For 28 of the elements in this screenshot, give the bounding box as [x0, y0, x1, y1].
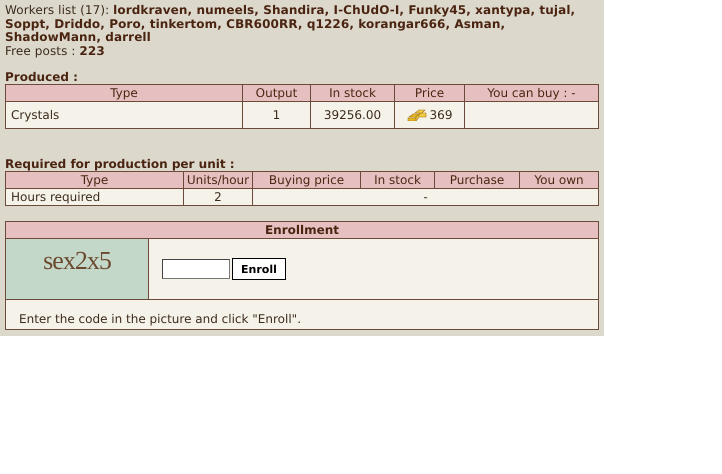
free-posts: Free posts : 223: [5, 44, 106, 58]
column-header: Type: [6, 84, 242, 102]
column-header: Price: [394, 84, 464, 102]
instruction-text: Enter the code in the picture and click "Enroll".: [6, 300, 598, 330]
table-cell: -: [252, 188, 598, 206]
workers-list: Workers list (17): lordkraven, numeels, Shandira, I-ChUdO-I, Funky45, xantypa, tujal, Soppt, Driddo, Poro, tinkertom, CBR600RR, q1226, korangar666, Asman, ShadowMann, darrell: [5, 4, 599, 44]
table-cell: 2: [184, 188, 252, 206]
column-header: Buying price: [252, 172, 360, 188]
captcha-text: sex2x5: [43, 246, 111, 276]
section-heading: Required for production per unit :: [5, 158, 236, 171]
column-header: Units/hour: [184, 172, 252, 188]
column-header: You own: [520, 172, 598, 188]
table-cell: Crystals: [6, 102, 242, 128]
column-header: You can buy : -: [464, 84, 598, 102]
column-header: In stock: [360, 172, 434, 188]
column-header: Output: [242, 84, 310, 102]
panel-title: Enrollment: [6, 222, 598, 238]
column-header: In stock: [310, 84, 394, 102]
enroll-button[interactable]: Enroll: [232, 258, 286, 280]
price-text: 369: [430, 108, 452, 122]
column-header: Purchase: [434, 172, 520, 188]
table-cell: 39256.00: [310, 102, 394, 128]
section-heading: Produced :: [5, 71, 79, 84]
table-cell: 1: [242, 102, 310, 128]
table-cell: Hours required: [6, 188, 184, 206]
column-header: Type: [6, 172, 184, 188]
ingots-icon: [406, 109, 427, 121]
code-input-field[interactable]: [162, 259, 230, 279]
